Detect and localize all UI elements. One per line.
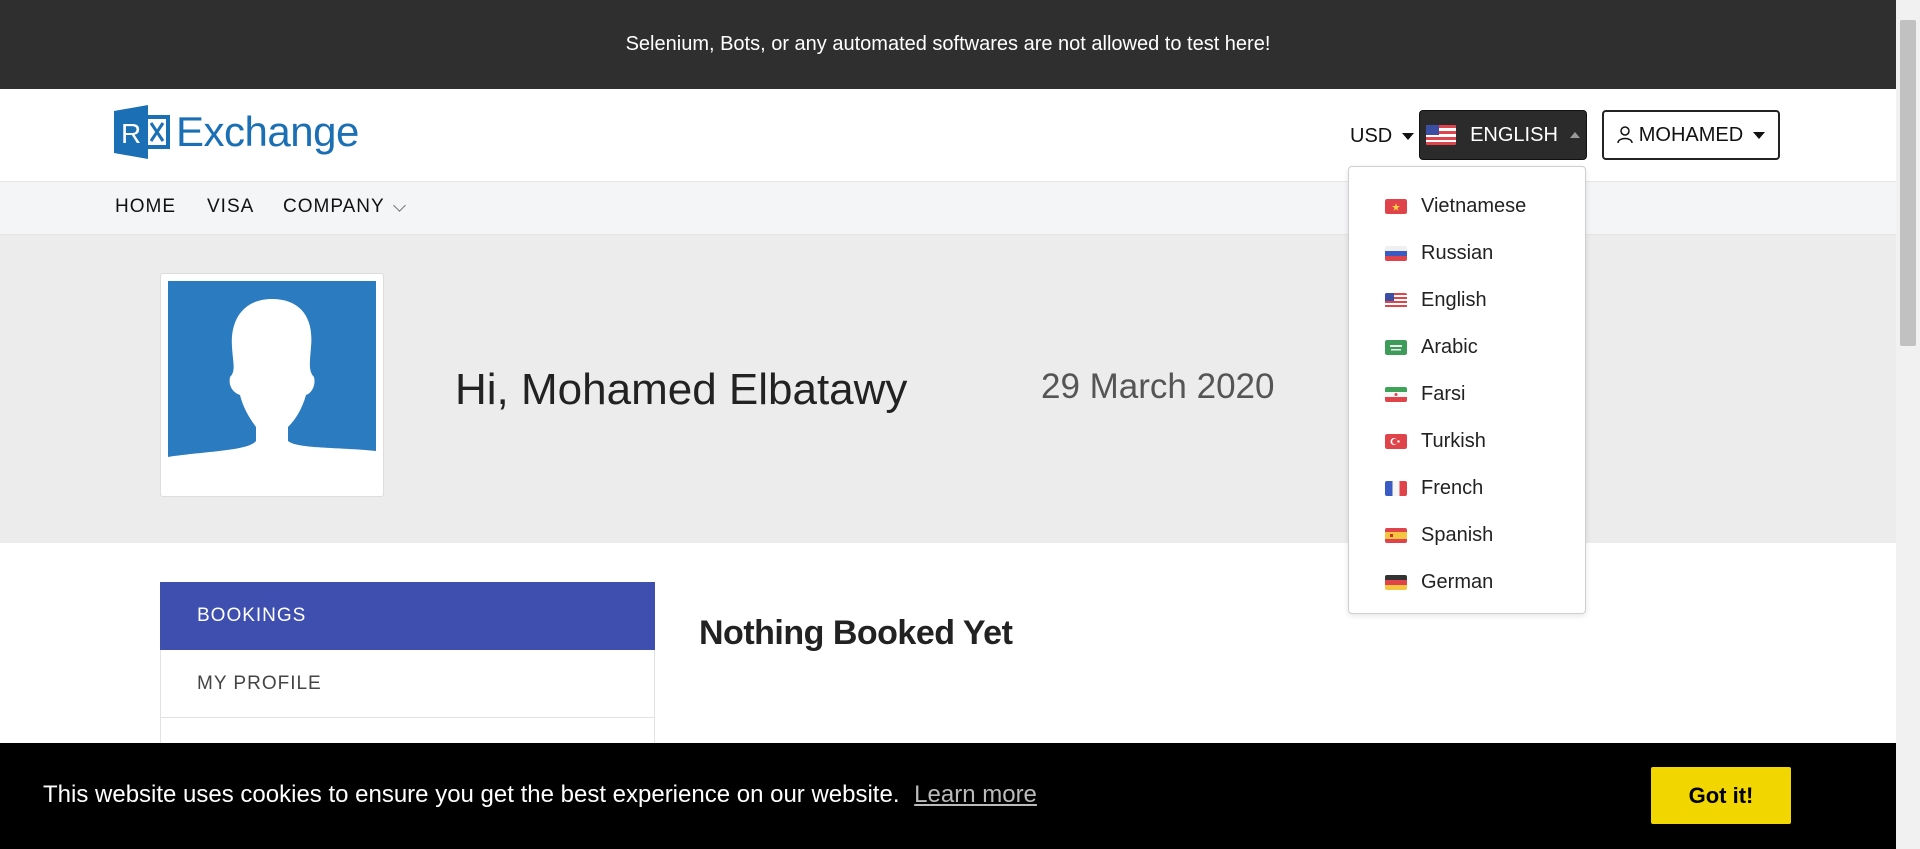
avatar-placeholder-icon: [168, 281, 376, 489]
caret-down-icon: [1402, 133, 1415, 140]
logo[interactable]: R Exchange: [114, 105, 359, 159]
language-button[interactable]: ENGLISH: [1419, 110, 1587, 160]
sidebar-item-my-profile[interactable]: MY PROFILE: [160, 650, 655, 718]
language-option-turkish[interactable]: Turkish: [1349, 418, 1585, 465]
language-option-german[interactable]: German: [1349, 559, 1585, 606]
language-option-russian[interactable]: Russian: [1349, 230, 1585, 277]
language-button-label: ENGLISH: [1470, 123, 1558, 146]
turkey-flag-icon: [1385, 434, 1407, 449]
nav-company-label: COMPANY: [283, 196, 385, 217]
page-scrollbar[interactable]: [1896, 0, 1920, 849]
language-option-english[interactable]: English: [1349, 277, 1585, 324]
nav-company[interactable]: COMPANY: [283, 196, 406, 218]
currency-label: USD: [1350, 125, 1393, 147]
logo-mark-letter: R: [121, 118, 141, 149]
us-flag-icon: [1385, 293, 1407, 308]
iran-flag-icon: [1385, 387, 1407, 402]
page: Selenium, Bots, or any automated softwar…: [0, 0, 1896, 849]
language-option-label: Turkish: [1421, 430, 1486, 452]
greeting-heading: Hi, Mohamed Elbatawy: [455, 365, 908, 414]
language-option-label: Spanish: [1421, 524, 1494, 546]
nav-visa[interactable]: VISA: [207, 196, 254, 218]
nav-home-label: HOME: [115, 196, 176, 217]
scrollbar-thumb[interactable]: [1900, 20, 1916, 346]
language-option-vietnamese[interactable]: Vietnamese: [1349, 183, 1585, 230]
sidebar-item-label: MY PROFILE: [197, 672, 322, 694]
language-option-label: Russian: [1421, 242, 1494, 264]
language-option-farsi[interactable]: Farsi: [1349, 371, 1585, 418]
nav-visa-label: VISA: [207, 196, 255, 217]
language-option-spanish[interactable]: Spanish: [1349, 512, 1585, 559]
user-menu-button[interactable]: MOHAMED: [1602, 110, 1780, 160]
brand-name: Exchange: [176, 108, 359, 155]
germany-flag-icon: [1385, 575, 1407, 590]
empty-bookings-title: Nothing Booked Yet: [699, 614, 1013, 652]
learn-more-link[interactable]: Learn more: [914, 781, 1037, 808]
site-header: R Exchange USD ENGLISH MOHAMED: [0, 89, 1896, 182]
language-option-french[interactable]: French: [1349, 465, 1585, 512]
caret-down-icon: [1753, 131, 1766, 139]
language-option-label: English: [1421, 289, 1487, 311]
cookie-message: This website uses cookies to ensure you …: [43, 781, 1037, 809]
sidebar-item-bookings[interactable]: BOOKINGS: [160, 582, 655, 650]
russia-flag-icon: [1385, 246, 1407, 261]
vietnam-flag-icon: [1385, 199, 1407, 214]
user-menu-label: MOHAMED: [1638, 123, 1744, 146]
language-option-label: French: [1421, 477, 1484, 499]
accept-cookies-button[interactable]: Got it!: [1651, 767, 1791, 824]
warning-banner: Selenium, Bots, or any automated softwar…: [0, 0, 1896, 89]
caret-up-icon: [1569, 132, 1580, 138]
cookie-banner: This website uses cookies to ensure you …: [0, 743, 1896, 849]
language-dropdown: Vietnamese Russian English Arabic Farsi …: [1348, 166, 1586, 614]
main-nav: HOME VISA COMPANY: [0, 182, 1896, 235]
language-option-label: Farsi: [1421, 383, 1466, 405]
us-flag-icon: [1426, 125, 1457, 145]
language-option-arabic[interactable]: Arabic: [1349, 324, 1585, 371]
language-option-label: German: [1421, 571, 1494, 593]
warning-banner-text: Selenium, Bots, or any automated softwar…: [625, 33, 1271, 55]
france-flag-icon: [1385, 481, 1407, 496]
spain-flag-icon: [1385, 528, 1407, 543]
current-date: 29 March 2020: [1041, 367, 1275, 406]
nav-home[interactable]: HOME: [115, 196, 176, 218]
profile-hero: Hi, Mohamed Elbatawy 29 March 2020: [0, 235, 1896, 543]
avatar: [160, 273, 384, 497]
cookie-message-text: This website uses cookies to ensure you …: [43, 781, 900, 808]
language-option-label: Arabic: [1421, 336, 1478, 358]
user-icon: [1617, 126, 1633, 144]
sidebar-item-label: BOOKINGS: [197, 604, 307, 626]
saudi-flag-icon: [1385, 340, 1407, 355]
language-option-label: Vietnamese: [1421, 195, 1527, 217]
currency-selector[interactable]: USD: [1350, 125, 1415, 148]
exchange-logo-icon: R: [114, 105, 170, 159]
chevron-down-icon: [392, 198, 406, 212]
